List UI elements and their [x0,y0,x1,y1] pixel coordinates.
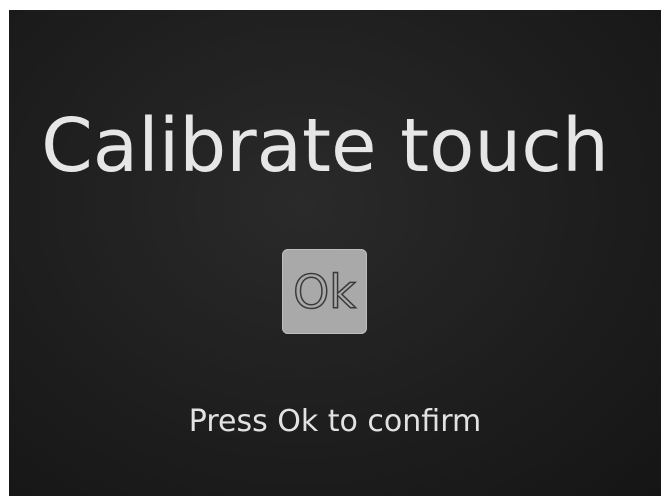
ok-button-label: Ok [292,264,356,319]
confirm-hint: Press Ok to confirm [188,404,482,439]
ok-button[interactable]: Ok [282,249,367,334]
device-frame: Calibrate touch Ok Press Ok to confirm [0,0,664,500]
touch-screen: Calibrate touch Ok Press Ok to confirm [9,10,661,496]
calibrate-title: Calibrate touch [41,103,609,189]
